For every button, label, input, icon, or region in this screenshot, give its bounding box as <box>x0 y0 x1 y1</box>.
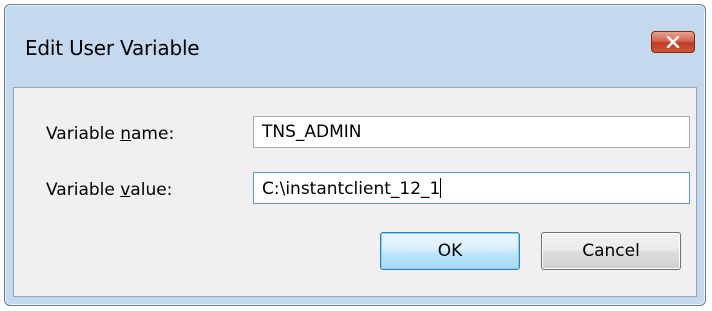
dialog-title: Edit User Variable <box>25 36 200 60</box>
cancel-button[interactable]: Cancel <box>541 232 681 270</box>
variable-name-label-accelerator: n <box>120 124 132 144</box>
variable-value-label-text-end: alue: <box>130 180 173 200</box>
variable-name-label: Variable name: <box>46 124 174 144</box>
ok-button[interactable]: OK <box>380 232 520 270</box>
dialog-body: Variable name: TNS_ADMIN Variable value:… <box>13 87 697 297</box>
variable-value-label: Variable value: <box>46 180 172 200</box>
text-cursor <box>440 178 442 198</box>
close-button[interactable] <box>651 31 695 53</box>
variable-name-value: TNS_ADMIN <box>262 122 362 142</box>
variable-value-label-text: Variable <box>46 180 121 200</box>
close-x-icon <box>666 36 680 48</box>
title-bar[interactable]: Edit User Variable <box>5 5 705 87</box>
variable-name-label-text: Variable <box>46 124 121 144</box>
variable-name-field[interactable]: TNS_ADMIN <box>253 116 690 148</box>
variable-name-label-text-end: ame: <box>131 124 175 144</box>
variable-value-label-accelerator: v <box>120 180 131 200</box>
edit-user-variable-dialog: Edit User Variable Variable name: TNS_AD… <box>4 4 706 306</box>
variable-value-field[interactable]: C:\instantclient_12_1 <box>253 172 690 204</box>
variable-value-value: C:\instantclient_12_1 <box>262 179 441 199</box>
